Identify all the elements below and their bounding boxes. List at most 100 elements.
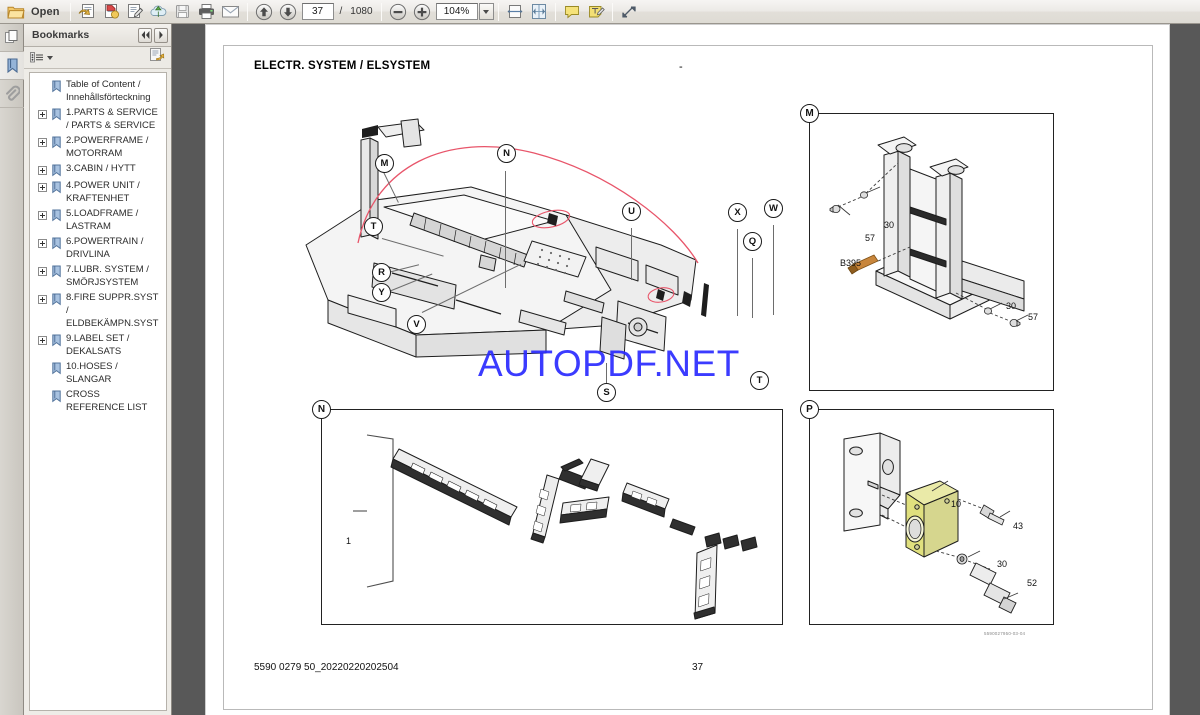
callout-label: T — [370, 221, 377, 232]
expand-bookmark-icon[interactable] — [150, 48, 165, 67]
email-icon[interactable] — [220, 1, 242, 23]
bookmark-item-8[interactable]: 8.FIRE SUPPR.SYST / ELDBEKÄMPN.SYST — [30, 290, 164, 331]
fit-width-icon[interactable] — [504, 1, 526, 23]
part-number-57-lower: 57 — [1028, 312, 1038, 322]
callout-label: N — [503, 148, 510, 159]
pdf-page: ELECTR. SYSTEM / ELSYSTEM - 5590 0279 50… — [205, 24, 1170, 715]
bookmark-item-1[interactable]: 1.PARTS & SERVICE / PARTS & SERVICE — [30, 105, 164, 133]
callout-s: S — [597, 383, 616, 402]
expander-toggle[interactable] — [38, 138, 47, 147]
panel-letter-label: P — [806, 404, 813, 415]
bookmark-label: 4.POWER UNIT / KRAFTENHET — [66, 180, 140, 204]
bookmark-item-3[interactable]: 3.CABIN / HYTT — [30, 161, 164, 178]
panel-collapse-left-icon[interactable] — [138, 27, 152, 43]
part-number-label: 10 — [951, 499, 962, 509]
previous-view-icon[interactable] — [76, 1, 98, 23]
bookmark-item-9[interactable]: 9.LABEL SET / DEKALSATS — [30, 331, 164, 359]
page-up-icon[interactable] — [253, 1, 275, 23]
callout-y: Y — [372, 283, 391, 302]
bookmark-node-icon — [51, 80, 62, 93]
callout-x: X — [728, 203, 747, 222]
expander-toggle[interactable] — [38, 336, 47, 345]
expander-toggle — [38, 82, 47, 91]
leader-line-u — [631, 228, 632, 280]
bookmark-item-2[interactable]: 2.POWERFRAME / MOTORRAM — [30, 133, 164, 161]
panel-n-letter: N — [312, 400, 331, 419]
page-title-right: - — [679, 61, 683, 73]
callout-label: V — [413, 319, 420, 330]
bookmark-item-0[interactable]: Table of Content / Innehållsförteckning — [30, 77, 164, 105]
bookmark-node-icon — [51, 209, 62, 222]
attachments-paperclip-icon[interactable] — [0, 80, 24, 108]
expander-toggle[interactable] — [38, 295, 47, 304]
expander-toggle[interactable] — [38, 110, 47, 119]
bookmarks-tree[interactable]: Table of Content / Innehållsförteckning … — [29, 72, 167, 711]
expander-toggle[interactable] — [38, 267, 47, 276]
expander-toggle[interactable] — [38, 211, 47, 220]
zoom-dropdown-icon[interactable] — [478, 3, 494, 20]
bookmark-label: 1.PARTS & SERVICE / PARTS & SERVICE — [66, 107, 158, 131]
callout-label: U — [628, 206, 635, 217]
document-reference-footer: 5590 0279 50_20220220202504 — [254, 662, 399, 673]
print-icon[interactable] — [196, 1, 218, 23]
part-number-label: 30 — [884, 220, 895, 230]
comment-icon[interactable] — [561, 1, 583, 23]
open-folder-icon[interactable] — [5, 1, 27, 23]
expander-toggle[interactable] — [38, 183, 47, 192]
bookmark-node-icon — [51, 108, 62, 121]
open-button[interactable]: Open — [28, 6, 66, 18]
bookmark-item-6[interactable]: 6.POWERTRAIN / DRIVLINA — [30, 234, 164, 262]
bookmark-label: CROSS REFERENCE LIST — [66, 389, 148, 413]
bookmark-node-icon — [51, 265, 62, 278]
page-down-icon[interactable] — [277, 1, 299, 23]
callout-u: U — [622, 202, 641, 221]
bookmark-options-icon[interactable] — [30, 51, 53, 64]
bookmark-item-5[interactable]: 5.LOADFRAME / LASTRAM — [30, 206, 164, 234]
toolbar-separator-6 — [611, 2, 613, 21]
leader-line-w — [773, 225, 774, 315]
expander-toggle[interactable] — [38, 166, 47, 175]
part-number-label: 52 — [1027, 578, 1038, 588]
toolbar-separator-2 — [246, 2, 248, 21]
bookmark-item-11[interactable]: CROSS REFERENCE LIST — [30, 387, 164, 415]
pages-thumbnail-icon[interactable] — [0, 24, 24, 52]
page-number-input[interactable]: 37 — [301, 3, 334, 20]
zoom-out-icon[interactable] — [387, 1, 409, 23]
panel-p-letter: P — [800, 400, 819, 419]
bookmark-node-icon — [51, 293, 62, 306]
save-icon[interactable] — [172, 1, 194, 23]
bookmark-item-4[interactable]: 4.POWER UNIT / KRAFTENHET — [30, 178, 164, 206]
fit-page-icon[interactable] — [528, 1, 550, 23]
bookmarks-panel: Bookmarks Table of Content / Innehållsfö… — [24, 24, 172, 715]
bookmark-item-7[interactable]: 7.LUBR. SYSTEM / SMÖRJSYSTEM — [30, 262, 164, 290]
part-number-label: 43 — [1013, 521, 1024, 531]
zoom-in-icon[interactable] — [411, 1, 433, 23]
toolbar-separator-3 — [380, 2, 382, 21]
panel-expand-right-icon[interactable] — [154, 27, 168, 43]
bookmark-item-10[interactable]: 10.HOSES / SLANGAR — [30, 359, 164, 387]
edit-pdf-icon[interactable] — [124, 1, 146, 23]
fullscreen-icon[interactable] — [618, 1, 640, 23]
upload-cloud-icon[interactable] — [148, 1, 170, 23]
zoom-level-input[interactable]: 104% — [435, 3, 478, 20]
toolbar-separator-5 — [554, 2, 556, 21]
callout-v: V — [407, 315, 426, 334]
part-number-30-lower: 30 — [1006, 301, 1016, 311]
expander-toggle[interactable] — [38, 239, 47, 248]
bookmark-node-icon — [51, 362, 62, 375]
main-toolbar: Open 37 / 1080 104% — [0, 0, 1200, 24]
callout-label: R — [378, 267, 385, 278]
highlight-icon[interactable] — [585, 1, 607, 23]
bookmarks-panel-header: Bookmarks — [24, 24, 171, 47]
bookmark-node-icon — [51, 390, 62, 403]
part-number-label: 57 — [865, 233, 876, 243]
bookmarks-title: Bookmarks — [32, 29, 90, 41]
bookmarks-icon[interactable] — [0, 52, 24, 80]
next-view-icon[interactable] — [100, 1, 122, 23]
part-number-b395: B395 — [840, 258, 861, 268]
callout-t: T — [364, 217, 383, 236]
drawing-reference-code: 5590027950-03-04 — [984, 631, 1026, 636]
toolbar-separator-4 — [497, 2, 499, 21]
document-viewport[interactable]: ELECTR. SYSTEM / ELSYSTEM - 5590 0279 50… — [172, 24, 1200, 715]
part-number-30-upper: 30 — [884, 220, 894, 230]
